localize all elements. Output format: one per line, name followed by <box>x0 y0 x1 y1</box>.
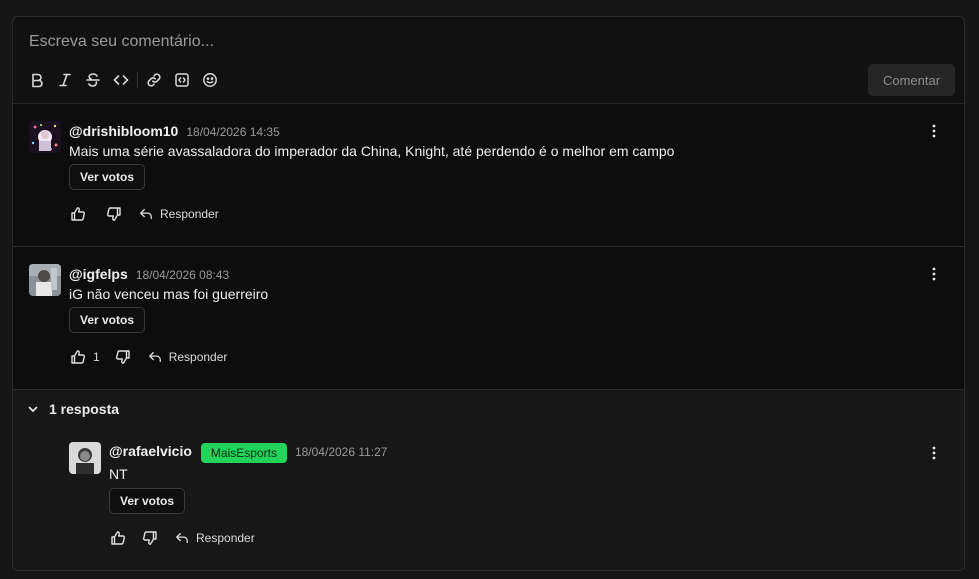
reply-icon <box>148 351 161 363</box>
username[interactable]: @rafaelvicio <box>109 443 192 459</box>
timestamp: 18/04/2026 08:43 <box>135 268 230 282</box>
chevron-down-icon <box>28 406 38 412</box>
username[interactable]: @drishibloom10 <box>69 123 178 139</box>
submit-comment-button[interactable]: Comentar <box>868 64 955 96</box>
replies-count-label: 1 resposta <box>49 401 120 417</box>
reply-icon <box>176 532 188 544</box>
thumbs-up-icon[interactable] <box>69 205 87 223</box>
reply-label: Responder <box>196 531 255 545</box>
comment-actions: 1 Responder <box>69 348 227 366</box>
italic-icon[interactable] <box>55 70 75 90</box>
view-votes-button[interactable]: Ver votos <box>69 164 145 190</box>
user-badge: MaisEsports <box>200 443 287 463</box>
username[interactable]: @igfelps <box>69 266 128 282</box>
thumbs-up-icon[interactable] <box>109 529 127 547</box>
reply-meta: @rafaelvicio MaisEsports 18/04/2026 11:2… <box>109 443 387 463</box>
more-options-icon[interactable] <box>926 266 942 282</box>
avatar[interactable] <box>29 264 61 296</box>
timestamp: 18/04/2026 14:35 <box>186 125 280 139</box>
comment-text: iG não venceu mas foi guerreiro <box>69 286 269 302</box>
comment-item: @igfelps 18/04/2026 08:43 iG não venceu … <box>13 247 964 390</box>
bold-icon[interactable] <box>27 70 47 90</box>
thumbs-down-icon[interactable] <box>105 205 123 223</box>
strikethrough-icon[interactable] <box>83 70 103 90</box>
comment-text: Mais uma série avassaladora do imperador… <box>69 143 675 159</box>
thumbs-down-icon[interactable] <box>141 529 159 547</box>
comment-input[interactable]: Escreva seu comentário... <box>29 33 214 51</box>
code-icon[interactable] <box>111 70 131 90</box>
reply-label: Responder <box>168 350 228 364</box>
comment-actions: Responder <box>109 529 255 547</box>
replies-toggle[interactable]: 1 resposta <box>27 401 119 417</box>
more-options-icon[interactable] <box>926 123 942 139</box>
comment-text: NT <box>109 466 128 482</box>
code-block-icon[interactable] <box>172 70 192 90</box>
reply-button[interactable]: Responder <box>139 207 219 221</box>
comment-composer: Escreva seu comentário... Comentar <box>13 17 964 104</box>
replies-section: 1 resposta @rafaelvicio MaisEsports 18/0… <box>13 390 964 570</box>
view-votes-button[interactable]: Ver votos <box>69 307 145 333</box>
thumbs-down-icon[interactable] <box>114 348 132 366</box>
comment-meta: @drishibloom10 18/04/2026 14:35 <box>69 123 280 139</box>
comment-actions: Responder <box>69 205 219 223</box>
reply-button[interactable]: Responder <box>175 531 255 545</box>
comment-meta: @igfelps 18/04/2026 08:43 <box>69 266 229 282</box>
reply-button[interactable]: Responder <box>148 350 228 364</box>
comment-item: @drishibloom10 18/04/2026 14:35 Mais uma… <box>13 104 964 247</box>
comments-panel: Escreva seu comentário... Comentar @dris… <box>12 16 965 571</box>
emoji-icon[interactable] <box>200 70 220 90</box>
more-options-icon[interactable] <box>926 445 942 461</box>
link-icon[interactable] <box>144 70 164 90</box>
avatar[interactable] <box>69 442 101 474</box>
timestamp: 18/04/2026 11:27 <box>294 445 388 459</box>
reply-label: Responder <box>160 207 219 221</box>
like-count: 1 <box>93 350 100 364</box>
view-votes-button[interactable]: Ver votos <box>109 488 185 514</box>
avatar[interactable] <box>29 121 61 153</box>
reply-icon <box>140 208 152 220</box>
thumbs-up-icon[interactable] <box>69 348 87 366</box>
toolbar-divider <box>137 72 138 88</box>
formatting-toolbar <box>27 70 228 90</box>
